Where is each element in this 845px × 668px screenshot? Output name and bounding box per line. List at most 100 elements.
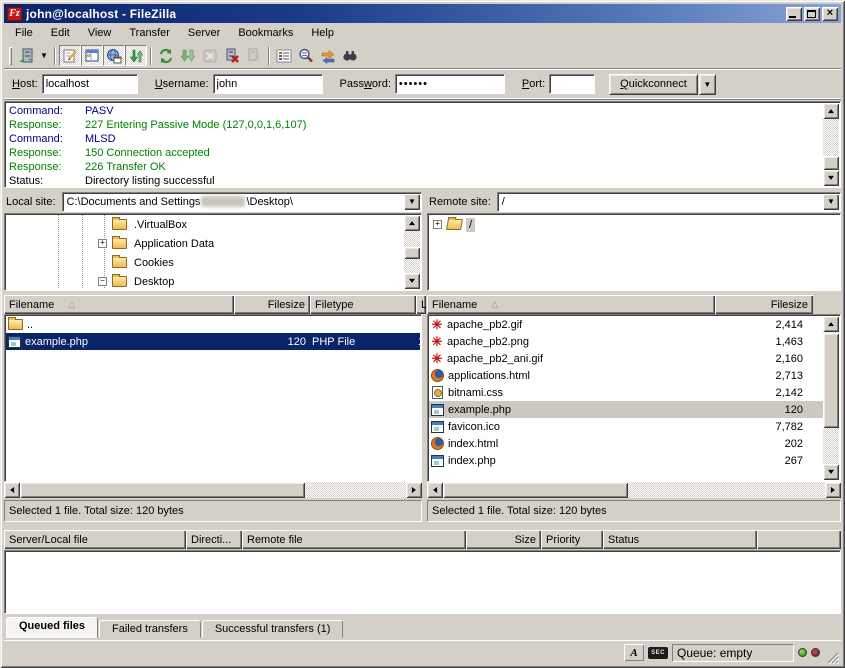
menu-item-help[interactable]: Help [302, 25, 343, 41]
file-row[interactable]: example.php120 [429, 401, 839, 418]
column-header-filename[interactable]: Filename△ [427, 295, 715, 314]
find-files-button[interactable] [339, 45, 361, 66]
file-row[interactable]: ✳apache_pb2.png1,463 [429, 333, 839, 350]
scroll-thumb[interactable] [823, 333, 839, 428]
toggle-message-log-button[interactable] [59, 45, 81, 66]
scroll-up-button[interactable] [404, 215, 420, 231]
port-input[interactable] [549, 74, 595, 94]
transfer-type-indicator[interactable]: A [624, 644, 644, 661]
toolbar-grip[interactable] [9, 47, 12, 65]
menu-item-server[interactable]: Server [179, 25, 229, 41]
local-site-combobox[interactable]: C:\Documents and Settings\Desktop\ ▼ [62, 192, 422, 212]
scroll-right-button[interactable] [825, 482, 841, 498]
chevron-down-icon: ▼ [703, 80, 711, 89]
scroll-thumb[interactable] [823, 156, 839, 170]
combo-dropdown-button[interactable]: ▼ [404, 194, 420, 210]
toggle-local-tree-button[interactable] [81, 45, 103, 66]
column-header-filesize[interactable]: Filesize [234, 295, 310, 314]
scroll-down-button[interactable] [823, 464, 839, 480]
directory-comparison-button[interactable] [295, 45, 317, 66]
file-row[interactable]: .. [6, 316, 420, 333]
tab-failed-transfers[interactable]: Failed transfers [99, 620, 201, 638]
close-button[interactable]: × [822, 7, 838, 21]
tree-item-label[interactable]: Cookies [131, 256, 177, 270]
quickconnect-dropdown[interactable]: ▼ [699, 74, 716, 95]
disconnect-button[interactable] [221, 45, 243, 66]
scroll-up-button[interactable] [823, 316, 839, 332]
column-header-server-local-file[interactable]: Server/Local file [4, 530, 186, 549]
scroll-up-button[interactable] [823, 103, 839, 119]
column-header-blank[interactable] [757, 530, 841, 549]
column-header-directi-[interactable]: Directi... [186, 530, 242, 549]
local-list-hscrollbar[interactable] [4, 482, 422, 499]
filter-button[interactable] [273, 45, 295, 66]
tree-item[interactable]: +/ [429, 215, 839, 234]
file-row[interactable]: ✳apache_pb2.gif2,414 [429, 316, 839, 333]
process-queue-button[interactable] [177, 45, 199, 66]
tab-queued-files[interactable]: Queued files [6, 617, 98, 638]
cancel-button[interactable] [199, 45, 221, 66]
scroll-left-button[interactable] [427, 482, 443, 498]
column-header-size[interactable]: Size [466, 530, 541, 549]
tree-item-label[interactable]: .VirtualBox [131, 218, 190, 232]
menu-item-edit[interactable]: Edit [42, 25, 79, 41]
tree-item[interactable]: − Desktop [6, 272, 404, 289]
column-header-filetype[interactable]: Filetype [310, 295, 416, 314]
column-header-priority[interactable]: Priority [541, 530, 603, 549]
refresh-button[interactable] [155, 45, 177, 66]
remote-list-hscrollbar[interactable] [427, 482, 841, 499]
collapse-icon[interactable]: − [98, 277, 107, 286]
tree-item[interactable]: Cookies [6, 253, 404, 272]
file-row[interactable]: index.php267 [429, 452, 839, 469]
toggle-transfer-queue-button[interactable] [125, 45, 147, 66]
file-row[interactable]: index.html202 [429, 435, 839, 452]
menu-item-file[interactable]: File [6, 25, 42, 41]
resize-grip[interactable] [826, 651, 839, 664]
column-header-l[interactable]: L [416, 295, 426, 314]
scroll-right-button[interactable] [406, 482, 422, 498]
file-row[interactable]: example.php120PHP File1 [6, 333, 420, 350]
toggle-remote-tree-button[interactable] [103, 45, 125, 66]
file-row[interactable]: bitnami.css2,142 [429, 384, 839, 401]
tree-item[interactable]: .VirtualBox [6, 215, 404, 234]
combo-dropdown-button[interactable]: ▼ [823, 194, 839, 210]
column-header-filesize[interactable]: Filesize [715, 295, 813, 314]
maximize-button[interactable] [804, 7, 820, 21]
tree-item[interactable]: + Application Data [6, 234, 404, 253]
column-header-status[interactable]: Status [603, 530, 757, 549]
encryption-indicator-icon[interactable]: SEC [648, 647, 668, 659]
tree-item-label[interactable]: / [466, 218, 475, 232]
column-header-remote-file[interactable]: Remote file [242, 530, 466, 549]
password-input[interactable] [395, 74, 505, 94]
username-input[interactable] [213, 74, 323, 94]
expand-icon[interactable]: + [98, 239, 107, 248]
scroll-left-button[interactable] [4, 482, 20, 498]
file-row[interactable]: applications.html2,713 [429, 367, 839, 384]
scroll-thumb[interactable] [443, 482, 628, 498]
remote-list-scrollbar[interactable] [823, 316, 839, 480]
tab-successful-transfers-1-[interactable]: Successful transfers (1) [202, 620, 344, 638]
scroll-thumb[interactable] [404, 247, 420, 259]
message-log-scrollbar[interactable] [823, 103, 839, 186]
synchronized-browsing-button[interactable] [317, 45, 339, 66]
local-tree-scrollbar[interactable] [404, 215, 420, 289]
menu-item-view[interactable]: View [79, 25, 121, 41]
expand-icon[interactable]: + [433, 220, 442, 229]
menu-item-transfer[interactable]: Transfer [120, 25, 179, 41]
tree-item-label[interactable]: Application Data [131, 237, 217, 251]
site-manager-button[interactable] [15, 45, 37, 66]
remote-site-combobox[interactable]: / ▼ [497, 192, 841, 212]
scroll-down-button[interactable] [404, 273, 420, 289]
quickconnect-button[interactable]: Quickconnect [609, 74, 698, 95]
file-row[interactable]: favicon.ico7,782 [429, 418, 839, 435]
minimize-button[interactable] [786, 7, 802, 21]
host-input[interactable] [42, 74, 138, 94]
reconnect-button[interactable] [243, 45, 265, 66]
scroll-down-button[interactable] [823, 170, 839, 186]
site-manager-dropdown[interactable]: ▼ [37, 45, 51, 66]
menu-item-bookmarks[interactable]: Bookmarks [229, 25, 302, 41]
scroll-thumb[interactable] [20, 482, 305, 498]
column-header-filename[interactable]: Filename△ [4, 295, 234, 314]
file-row[interactable]: ✳apache_pb2_ani.gif2,160 [429, 350, 839, 367]
tree-item-label[interactable]: Desktop [131, 275, 177, 289]
